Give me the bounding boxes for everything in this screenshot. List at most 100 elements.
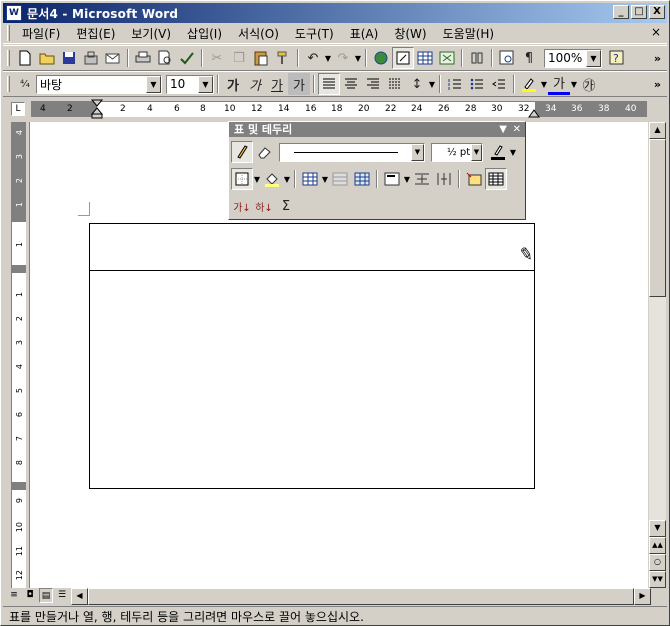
drawn-table[interactable]: ✎ (89, 223, 535, 489)
menu-help[interactable]: 도움말(H) (435, 25, 503, 42)
new-document-icon[interactable] (14, 47, 36, 69)
save-icon[interactable] (58, 47, 80, 69)
tables-borders-icon[interactable] (392, 47, 414, 69)
line-style-dropdown-icon[interactable]: ▼ (411, 143, 424, 161)
close-button[interactable]: X (649, 5, 665, 19)
font-color-button[interactable]: 가 (548, 73, 570, 95)
zoom-combobox[interactable]: 100% ▼ (544, 48, 602, 68)
align-cell-dropdown-icon[interactable]: ▼ (403, 175, 411, 184)
table-row[interactable]: ✎ (90, 224, 535, 271)
tab-stop-selector[interactable]: L (11, 102, 25, 116)
show-hide-icon[interactable]: ¶ (518, 47, 540, 69)
close-document-button[interactable]: × (649, 26, 663, 40)
email-icon[interactable] (102, 47, 124, 69)
menu-edit[interactable]: 편집(E) (68, 25, 123, 42)
numbering-icon[interactable] (444, 73, 466, 95)
insert-table-icon[interactable] (414, 47, 436, 69)
horizontal-scroll-thumb[interactable] (88, 588, 634, 605)
menu-table[interactable]: 표(A) (342, 25, 387, 42)
format-painter-icon[interactable] (272, 47, 294, 69)
border-color-icon[interactable] (487, 141, 509, 163)
toolbar-grip[interactable] (7, 50, 10, 66)
align-right-icon[interactable] (362, 73, 384, 95)
insert-excel-icon[interactable] (436, 47, 458, 69)
horizontal-scrollbar[interactable]: ◀ ▶ (71, 588, 651, 605)
select-browse-object-icon[interactable]: ○ (649, 554, 666, 571)
scroll-left-icon[interactable]: ◀ (71, 588, 88, 605)
permission-icon[interactable] (80, 47, 102, 69)
copy-icon[interactable]: ❐ (228, 47, 250, 69)
font-dropdown-icon[interactable]: ▼ (146, 75, 161, 93)
web-layout-icon[interactable]: ◘ (23, 588, 37, 603)
maximize-button[interactable]: □ (631, 5, 647, 19)
line-spacing-icon[interactable]: ↕ (406, 73, 428, 95)
sort-ascending-button[interactable]: 가↓ (231, 195, 253, 217)
spelling-icon[interactable] (176, 47, 198, 69)
columns-icon[interactable] (466, 47, 488, 69)
menu-file[interactable]: 파일(F) (14, 25, 68, 42)
toolbar-options-icon[interactable]: ▼ (499, 122, 507, 137)
word-app-icon[interactable]: W (6, 5, 22, 21)
right-indent-marker-icon[interactable] (528, 107, 540, 119)
table-autoformat-icon[interactable] (463, 168, 485, 190)
previous-page-icon[interactable]: ▲▲ (649, 537, 666, 554)
sort-descending-button[interactable]: 하↓ (253, 195, 275, 217)
scroll-down-icon[interactable]: ▼ (649, 520, 666, 537)
encircle-button[interactable]: ㉮ (578, 73, 600, 95)
toolbar-close-icon[interactable]: ✕ (513, 122, 521, 137)
scroll-right-icon[interactable]: ▶ (634, 588, 651, 605)
distribute-rows-icon[interactable] (411, 168, 433, 190)
align-center-icon[interactable] (340, 73, 362, 95)
tables-borders-title-bar[interactable]: 표 및 테두리 ▼ ✕ (229, 122, 525, 137)
outline-view-icon[interactable]: ☰ (55, 588, 69, 603)
border-style-dropdown-icon[interactable]: ▼ (253, 175, 261, 184)
show-gridlines-icon[interactable] (485, 168, 507, 190)
highlight-dropdown-icon[interactable]: ▼ (540, 80, 548, 89)
menu-insert[interactable]: 삽입(I) (179, 25, 230, 42)
font-size-dropdown-icon[interactable]: ▼ (198, 75, 213, 93)
line-weight-combobox[interactable]: ½ pt ▼ (431, 142, 483, 162)
border-style-icon[interactable] (231, 168, 253, 190)
print-icon[interactable] (132, 47, 154, 69)
undo-icon[interactable]: ↶ (302, 47, 324, 69)
menu-window[interactable]: 창(W) (386, 25, 434, 42)
distribute-columns-icon[interactable] (433, 168, 455, 190)
scroll-up-icon[interactable]: ▲ (649, 122, 666, 139)
vertical-scroll-thumb[interactable] (649, 139, 666, 297)
decrease-indent-icon[interactable] (488, 73, 510, 95)
italic-button[interactable]: 가 (244, 73, 266, 95)
help-icon[interactable]: ? (606, 47, 628, 69)
shading-dropdown-icon[interactable]: ▼ (283, 175, 291, 184)
highlight-icon[interactable] (518, 73, 540, 95)
standard-toolbar-more-icon[interactable]: » (654, 52, 661, 65)
document-map-icon[interactable] (496, 47, 518, 69)
align-cell-icon[interactable] (381, 168, 403, 190)
redo-icon[interactable]: ↷ (332, 47, 354, 69)
split-cells-icon[interactable] (351, 168, 373, 190)
print-preview-icon[interactable] (154, 47, 176, 69)
print-layout-icon[interactable]: ▤ (39, 588, 53, 603)
open-folder-icon[interactable] (36, 47, 58, 69)
bold-button[interactable]: 가 (222, 73, 244, 95)
distributed-icon[interactable] (384, 73, 406, 95)
bullets-icon[interactable] (466, 73, 488, 95)
draw-table-pencil-icon[interactable] (231, 141, 253, 163)
normal-view-icon[interactable]: ≡ (7, 588, 21, 603)
font-combobox[interactable]: 바탕 ▼ (36, 74, 162, 94)
indent-marker-icon[interactable] (91, 99, 103, 119)
char-shading-button[interactable]: 가 (288, 73, 310, 95)
minimize-button[interactable]: _ (613, 5, 629, 19)
redo-dropdown-icon[interactable]: ▼ (354, 54, 362, 63)
toolbar-grip[interactable] (7, 76, 10, 92)
font-size-combobox[interactable]: 10 ▼ (166, 74, 214, 94)
formatting-toolbar-more-icon[interactable]: » (654, 78, 661, 91)
styles-icon[interactable]: ⁴⁄₄ (14, 73, 36, 95)
zoom-dropdown-icon[interactable]: ▼ (586, 49, 601, 67)
insert-table-grid-icon[interactable] (299, 168, 321, 190)
vertical-ruler[interactable]: 4 3 2 1 1 1 2 3 4 5 6 7 8 9 10 11 12 (11, 122, 26, 588)
line-style-combobox[interactable]: ▼ (279, 142, 425, 162)
font-color-dropdown-icon[interactable]: ▼ (570, 80, 578, 89)
menubar-grip[interactable] (7, 25, 10, 41)
vertical-scrollbar[interactable]: ▲ ▼ ▲▲ ○ ▼▼ (649, 122, 666, 588)
line-spacing-dropdown-icon[interactable]: ▼ (428, 80, 436, 89)
